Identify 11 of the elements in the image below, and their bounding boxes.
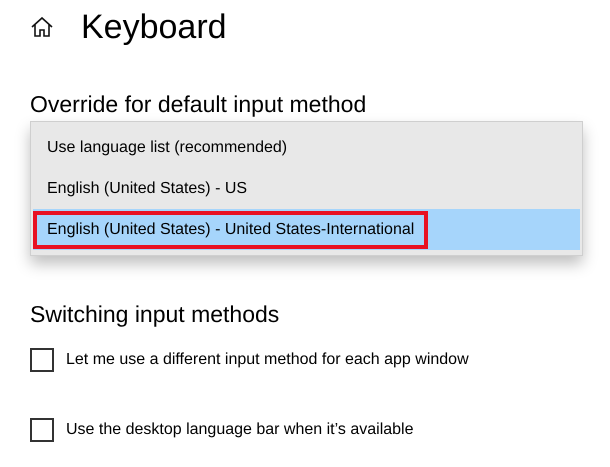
dropdown-option[interactable]: English (United States) - United States-International xyxy=(33,209,580,250)
checkbox[interactable] xyxy=(30,418,54,442)
dropdown-option[interactable]: English (United States) - US xyxy=(33,168,580,209)
checkbox-label: Let me use a different input method for each app window xyxy=(66,350,469,370)
home-icon[interactable] xyxy=(30,16,54,38)
checkbox[interactable] xyxy=(30,348,54,372)
section-heading: Override for default input method xyxy=(30,90,366,118)
section-heading: Switching input methods xyxy=(30,300,280,328)
dropdown-option[interactable]: Use language list (recommended) xyxy=(33,127,580,168)
page-title: Keyboard xyxy=(81,7,227,47)
checkbox-label: Use the desktop language bar when it’s available xyxy=(66,420,414,440)
